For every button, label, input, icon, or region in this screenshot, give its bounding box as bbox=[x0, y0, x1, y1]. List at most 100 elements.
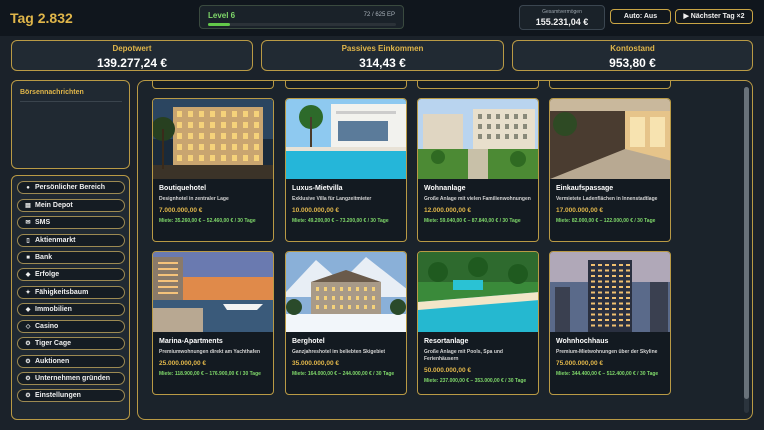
property-rent: Miete: 35.260,00 € – 52.460,00 € / 30 Ta… bbox=[159, 218, 256, 224]
nav-item[interactable]: ◆ Immobilien bbox=[17, 303, 125, 316]
property-image bbox=[286, 99, 406, 179]
skill-tree-icon: ✦ bbox=[25, 290, 31, 296]
scrollbar-thumb[interactable] bbox=[744, 87, 749, 399]
property-card[interactable]: Berghotel Ganzjahreshotel im beliebten Sk… bbox=[285, 251, 407, 395]
nav-item[interactable]: ⚙ Einstellungen bbox=[17, 389, 125, 402]
nav-item-label: Mein Depot bbox=[35, 202, 73, 209]
property-name: Resortanlage bbox=[424, 338, 469, 345]
nav-item-label: Casino bbox=[35, 323, 59, 330]
sidebar-nav: ● Persönlicher Bereich ▤ Mein Depot ✉ SMS ▯ Akt… bbox=[11, 175, 130, 420]
level-progress-bar bbox=[208, 23, 396, 26]
property-image bbox=[550, 99, 670, 179]
property-card[interactable]: Resortanlage Große Anlage mit Pools, Spa … bbox=[417, 251, 539, 395]
property-image bbox=[418, 99, 538, 179]
total-wealth-value: 155.231,04 € bbox=[535, 17, 589, 27]
auto-toggle-button[interactable]: Auto: Aus bbox=[610, 9, 671, 24]
day-counter: Tag 2.832 bbox=[10, 10, 73, 26]
property-card[interactable]: Wohnanlage Große Anlage mit vielen Famili… bbox=[417, 98, 539, 242]
property-name: Einkaufspassage bbox=[556, 185, 614, 192]
stat-passive-income: Passives Einkommen 314,43 € bbox=[261, 40, 504, 71]
nav-item[interactable]: ◆ Erfolge bbox=[17, 268, 125, 281]
nav-item[interactable]: ✉ SMS bbox=[17, 216, 125, 229]
stat-label: Kontostand bbox=[610, 44, 655, 53]
stat-value: 314,43 € bbox=[359, 56, 406, 70]
nav-item-label: Unternehmen gründen bbox=[35, 375, 111, 382]
property-rent: Miete: 164.000,00 € – 244.000,00 € / 30 … bbox=[292, 371, 395, 377]
nav-item[interactable]: ⚙ Auktionen bbox=[17, 355, 125, 368]
nav-item-label: Immobilien bbox=[35, 306, 72, 313]
message-icon: ✉ bbox=[25, 220, 31, 226]
stock-news-panel: Börsennachrichten bbox=[11, 80, 130, 169]
property-price: 25.000.000,00 € bbox=[159, 360, 206, 367]
level-progress-fill bbox=[208, 23, 230, 26]
nav-item-label: Auktionen bbox=[35, 358, 70, 365]
nav-item[interactable]: ▯ Aktienmarkt bbox=[17, 234, 125, 247]
level-panel: Level 6 72 / 625 EP bbox=[199, 5, 404, 29]
nav-item[interactable]: ⚙ Unternehmen gründen bbox=[17, 372, 125, 385]
gavel-icon: ⚙ bbox=[25, 359, 31, 365]
property-rent: Miete: 82.000,00 € – 122.000,00 € / 30 T… bbox=[556, 218, 656, 224]
real-estate-panel: Boutiquehotel Designhotel in zentraler La… bbox=[137, 80, 753, 420]
top-bar: Tag 2.832 Level 6 72 / 625 EP Gesamtverm… bbox=[0, 0, 764, 36]
casino-icon: ◇ bbox=[25, 324, 31, 330]
stat-label: Passives Einkommen bbox=[341, 44, 424, 53]
briefcase-icon: ▤ bbox=[25, 203, 31, 209]
level-label: Level 6 bbox=[208, 11, 236, 20]
property-rent: Miete: 49.200,00 € – 73.200,00 € / 30 Ta… bbox=[292, 218, 389, 224]
total-wealth-label: Gesamtvermögen bbox=[542, 9, 582, 15]
property-card[interactable]: Einkaufspassage Vermietete Ladenflächen i… bbox=[549, 98, 671, 242]
company-icon: ⚙ bbox=[25, 376, 31, 382]
property-description: Premiumwohnungen direkt am Yachthafen bbox=[159, 349, 261, 355]
partial-card bbox=[417, 81, 539, 89]
nav-item[interactable]: ◇ Casino bbox=[17, 320, 125, 333]
partial-card bbox=[285, 81, 407, 89]
property-description: Premium-Mietwohnungen über der Skyline bbox=[556, 349, 658, 355]
property-price: 17.000.000,00 € bbox=[556, 207, 603, 214]
nav-item-label: Erfolge bbox=[35, 271, 60, 278]
property-rent: Miete: 344.400,00 € – 512.400,00 € / 30 … bbox=[556, 371, 659, 377]
stat-value: 953,80 € bbox=[609, 56, 656, 70]
nav-item[interactable]: ✦ Fähigkeitsbaum bbox=[17, 286, 125, 299]
property-name: Luxus-Mietvilla bbox=[292, 185, 343, 192]
property-rent: Miete: 118.900,00 € – 176.900,00 € / 30 … bbox=[159, 371, 261, 377]
property-description: Ganzjahreshotel im beliebten Skigebiet bbox=[292, 349, 386, 355]
nav-item-label: Fähigkeitsbaum bbox=[35, 289, 89, 296]
chart-icon: ▯ bbox=[26, 238, 30, 244]
divider bbox=[20, 101, 122, 102]
property-description: Große Anlage mit Pools, Spa und Ferienhä… bbox=[424, 349, 503, 362]
property-description: Vermietete Ladenflächen in Innenstadtlag… bbox=[556, 196, 658, 202]
stat-depot-value: Depotwert 139.277,24 € bbox=[11, 40, 253, 71]
property-card[interactable]: Wohnhochhaus Premium-Mietwohnungen über d… bbox=[549, 251, 671, 395]
property-card[interactable]: Marina-Apartments Premiumwohnungen direkt… bbox=[152, 251, 274, 395]
gear-icon: ⚙ bbox=[25, 393, 31, 399]
nav-item[interactable]: ⚙ Tiger Cage bbox=[17, 337, 125, 350]
property-price: 12.000.000,00 € bbox=[424, 207, 471, 214]
property-card[interactable]: Boutiquehotel Designhotel in zentraler La… bbox=[152, 98, 274, 242]
stat-account-balance: Kontostand 953,80 € bbox=[512, 40, 753, 71]
nav-item[interactable]: ▤ Mein Depot bbox=[17, 199, 125, 212]
stat-label: Depotwert bbox=[112, 44, 152, 53]
scrollbar[interactable] bbox=[744, 87, 749, 413]
property-image bbox=[418, 252, 538, 332]
property-card[interactable]: Luxus-Mietvilla Exklusive Villa für Langz… bbox=[285, 98, 407, 242]
nav-item[interactable]: ■ Bank bbox=[17, 251, 125, 264]
property-name: Marina-Apartments bbox=[159, 338, 223, 345]
property-name: Wohnanlage bbox=[424, 185, 466, 192]
property-name: Berghotel bbox=[292, 338, 325, 345]
property-name: Boutiquehotel bbox=[159, 185, 207, 192]
property-price: 10.000.000,00 € bbox=[292, 207, 339, 214]
total-wealth-panel: Gesamtvermögen 155.231,04 € bbox=[519, 5, 605, 30]
trophy-icon: ◆ bbox=[25, 272, 31, 278]
nav-item-label: Bank bbox=[35, 254, 53, 261]
property-price: 50.000.000,00 € bbox=[424, 367, 471, 374]
nav-item[interactable]: ● Persönlicher Bereich bbox=[17, 181, 125, 194]
nav-item-label: SMS bbox=[35, 219, 51, 226]
level-xp: 72 / 625 EP bbox=[363, 12, 395, 18]
property-name: Wohnhochhaus bbox=[556, 338, 609, 345]
property-image bbox=[286, 252, 406, 332]
next-day-button[interactable]: ▶ Nächster Tag ×2 bbox=[675, 9, 753, 24]
property-rent: Miete: 59.040,00 € – 87.840,00 € / 30 Ta… bbox=[424, 218, 521, 224]
nav-item-label: Einstellungen bbox=[35, 392, 81, 399]
property-rent: Miete: 237.000,00 € – 353.000,00 € / 30 … bbox=[424, 378, 527, 384]
partial-card bbox=[152, 81, 274, 89]
